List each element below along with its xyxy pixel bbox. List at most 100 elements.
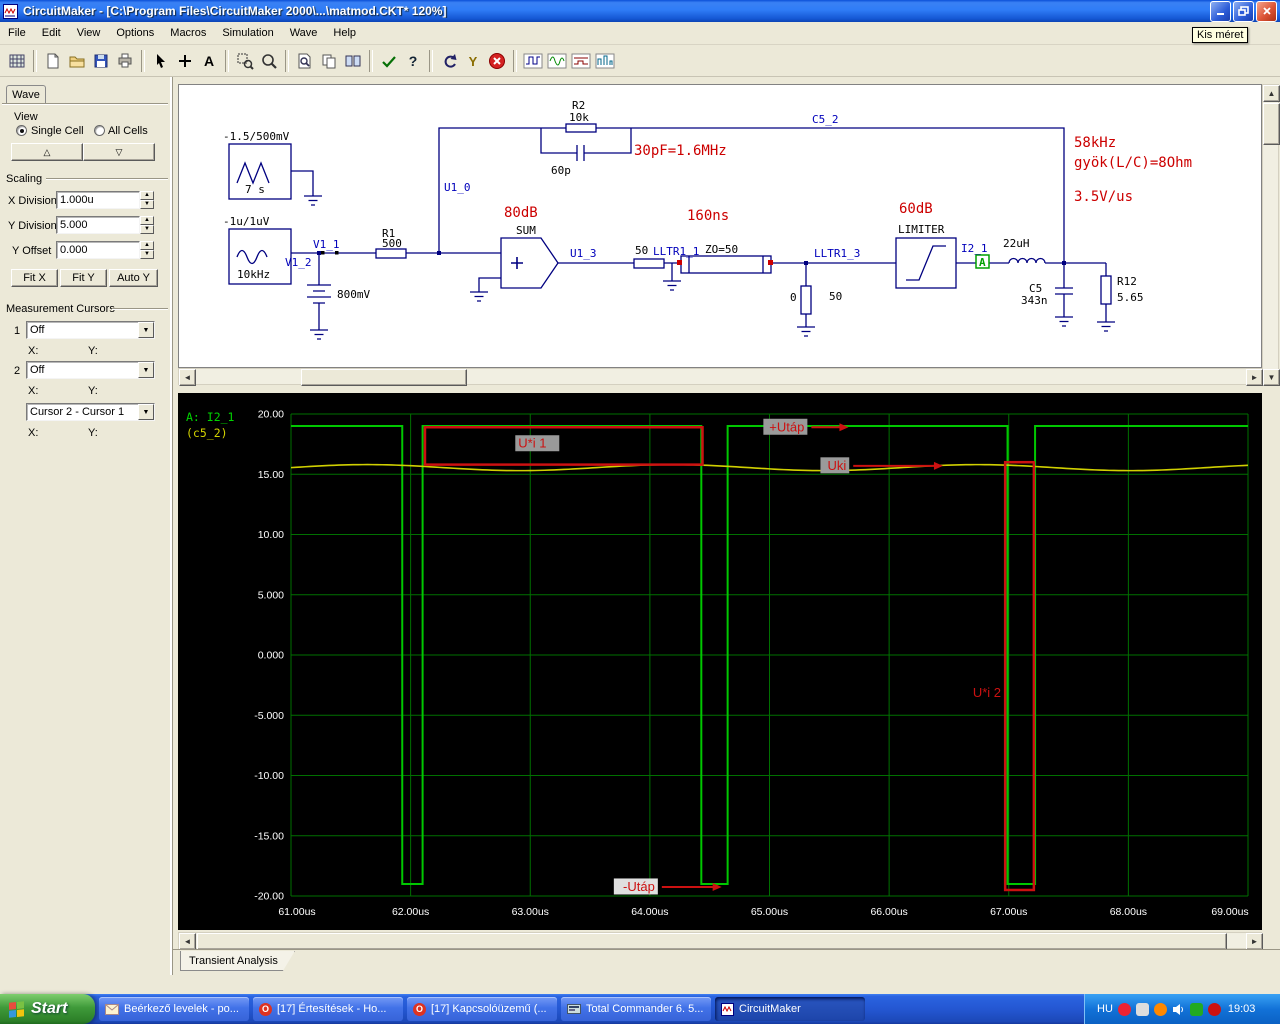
- sum-label: SUM: [516, 224, 536, 237]
- cursor-icon[interactable]: [149, 49, 173, 73]
- x-division-input[interactable]: [56, 191, 140, 209]
- shunt-value: 50: [829, 290, 842, 303]
- close-button[interactable]: [1256, 0, 1277, 22]
- x-tick-label: 64.00us: [631, 906, 668, 918]
- tab-transient-analysis[interactable]: Transient Analysis: [180, 951, 295, 971]
- scroll-thumb[interactable]: [197, 933, 1227, 950]
- plus-tool-icon[interactable]: [173, 49, 197, 73]
- toolbar-separator: [285, 49, 289, 72]
- text-tool-icon[interactable]: A: [197, 49, 221, 73]
- schematic-vertical-scrollbar[interactable]: ▲ ▼: [1262, 84, 1280, 386]
- taskbar-item-circuitmaker[interactable]: CircuitMaker: [715, 997, 865, 1021]
- waveform3-icon[interactable]: [569, 49, 593, 73]
- spin-up-icon[interactable]: ▲: [140, 191, 154, 200]
- cell-up-button[interactable]: △: [11, 143, 83, 161]
- scroll-right-icon[interactable]: ►: [1246, 369, 1263, 386]
- fit-x-button[interactable]: Fit X: [11, 269, 58, 287]
- tray-icon-2[interactable]: [1135, 1002, 1149, 1016]
- radio-all-cells-label[interactable]: All Cells: [108, 125, 148, 137]
- save-icon[interactable]: [89, 49, 113, 73]
- y-offset-spinner[interactable]: ▲ ▼: [140, 241, 154, 259]
- spin-up-icon[interactable]: ▲: [140, 241, 154, 250]
- menu-file[interactable]: File: [0, 24, 34, 42]
- y-division-spinner[interactable]: ▲ ▼: [140, 216, 154, 234]
- titlebar[interactable]: CircuitMaker - [C:\Program Files\Circuit…: [0, 0, 1280, 22]
- cursor-diff-dropdown[interactable]: Cursor 2 - Cursor 1 ▼: [26, 403, 155, 421]
- scroll-down-icon[interactable]: ▼: [1263, 369, 1280, 386]
- spin-down-icon[interactable]: ▼: [140, 225, 154, 234]
- schematic-canvas[interactable]: -1.5/500mV 7 s -1u/1uV 10kHz V1_1 V1_2 8…: [178, 84, 1262, 368]
- zoom-icon[interactable]: [257, 49, 281, 73]
- x-tick-label: 67.00us: [990, 906, 1027, 918]
- cursor2-dropdown[interactable]: Off ▼: [26, 361, 155, 379]
- page-search-icon[interactable]: [293, 49, 317, 73]
- waveform-horizontal-scrollbar[interactable]: ◄ ►: [178, 932, 1263, 950]
- volume-icon[interactable]: [1172, 1003, 1185, 1016]
- scroll-right-icon[interactable]: ►: [1246, 933, 1263, 950]
- cell-down-button[interactable]: ▽: [83, 143, 155, 161]
- r1-value: 500: [382, 237, 402, 250]
- new-file-icon[interactable]: [41, 49, 65, 73]
- stop-icon[interactable]: [485, 49, 509, 73]
- taskbar-item-browser-2[interactable]: O [17] Kapcsolóüzemű (...: [407, 997, 557, 1021]
- board-icon[interactable]: [5, 49, 29, 73]
- menu-wave[interactable]: Wave: [282, 24, 326, 42]
- waveform4-icon[interactable]: [593, 49, 617, 73]
- scroll-left-icon[interactable]: ◄: [179, 933, 196, 950]
- zoom-area-icon[interactable]: [233, 49, 257, 73]
- waveform2-icon[interactable]: [545, 49, 569, 73]
- sum-amp-symbol: [500, 237, 559, 289]
- print-icon[interactable]: [113, 49, 137, 73]
- chevron-down-icon[interactable]: ▼: [138, 322, 154, 338]
- check-icon[interactable]: [377, 49, 401, 73]
- spin-down-icon[interactable]: ▼: [140, 200, 154, 209]
- tray-icon-6[interactable]: [1207, 1002, 1221, 1016]
- copy-icon[interactable]: [317, 49, 341, 73]
- waveform-panel[interactable]: 20.00 15.00 10.00 5.000 0.000 -5.000 -10.00 -15…: [178, 393, 1262, 930]
- auto-y-button[interactable]: Auto Y: [109, 269, 158, 287]
- fit-y-button[interactable]: Fit Y: [60, 269, 107, 287]
- taskbar-item-browser-1[interactable]: O [17] Értesítések - Ho...: [253, 997, 403, 1021]
- language-indicator[interactable]: HU: [1097, 1003, 1113, 1015]
- cursor1-dropdown[interactable]: Off ▼: [26, 321, 155, 339]
- restore-button[interactable]: [1233, 0, 1254, 22]
- chevron-down-icon[interactable]: ▼: [138, 404, 154, 420]
- menu-options[interactable]: Options: [108, 24, 162, 42]
- scroll-up-icon[interactable]: ▲: [1263, 85, 1280, 102]
- radio-all-cells[interactable]: [94, 125, 105, 136]
- start-button[interactable]: Start: [0, 994, 95, 1024]
- menu-help[interactable]: Help: [325, 24, 364, 42]
- y-offset-input[interactable]: [56, 241, 140, 259]
- menu-simulation[interactable]: Simulation: [214, 24, 281, 42]
- menu-macros[interactable]: Macros: [162, 24, 214, 42]
- tray-icon-3[interactable]: [1153, 1002, 1167, 1016]
- cursor2-number: 2: [14, 365, 21, 377]
- x-division-spinner[interactable]: ▲ ▼: [140, 191, 154, 209]
- scroll-thumb[interactable]: [301, 369, 467, 386]
- waveform1-icon[interactable]: [521, 49, 545, 73]
- spin-up-icon[interactable]: ▲: [140, 216, 154, 225]
- minimize-button[interactable]: [1210, 0, 1231, 22]
- tray-icon-1[interactable]: [1117, 1002, 1131, 1016]
- scope-probe-icon[interactable]: Y: [461, 49, 485, 73]
- undo-icon[interactable]: [437, 49, 461, 73]
- radio-single-cell[interactable]: [16, 125, 27, 136]
- help-icon[interactable]: ?: [401, 49, 425, 73]
- tray-icon-5[interactable]: [1189, 1002, 1203, 1016]
- split-view-icon[interactable]: [341, 49, 365, 73]
- taskbar-item-total-commander[interactable]: Total Commander 6. 5...: [561, 997, 711, 1021]
- tab-wave[interactable]: Wave: [6, 85, 46, 104]
- schematic-horizontal-scrollbar[interactable]: ◄ ►: [178, 368, 1263, 386]
- spin-down-icon[interactable]: ▼: [140, 250, 154, 259]
- open-folder-icon[interactable]: [65, 49, 89, 73]
- annotation-label: +Utáp: [769, 419, 804, 434]
- radio-single-cell-label[interactable]: Single Cell: [31, 125, 84, 137]
- y-division-input[interactable]: [56, 216, 140, 234]
- taskbar-item-mail[interactable]: Beérkező levelek - po...: [99, 997, 249, 1021]
- net-label-lltr1-1: LLTR1_1: [653, 245, 699, 258]
- menu-view[interactable]: View: [69, 24, 109, 42]
- menu-edit[interactable]: Edit: [34, 24, 69, 42]
- chevron-down-icon[interactable]: ▼: [138, 362, 154, 378]
- scroll-thumb[interactable]: [1263, 103, 1280, 145]
- scroll-left-icon[interactable]: ◄: [179, 369, 196, 386]
